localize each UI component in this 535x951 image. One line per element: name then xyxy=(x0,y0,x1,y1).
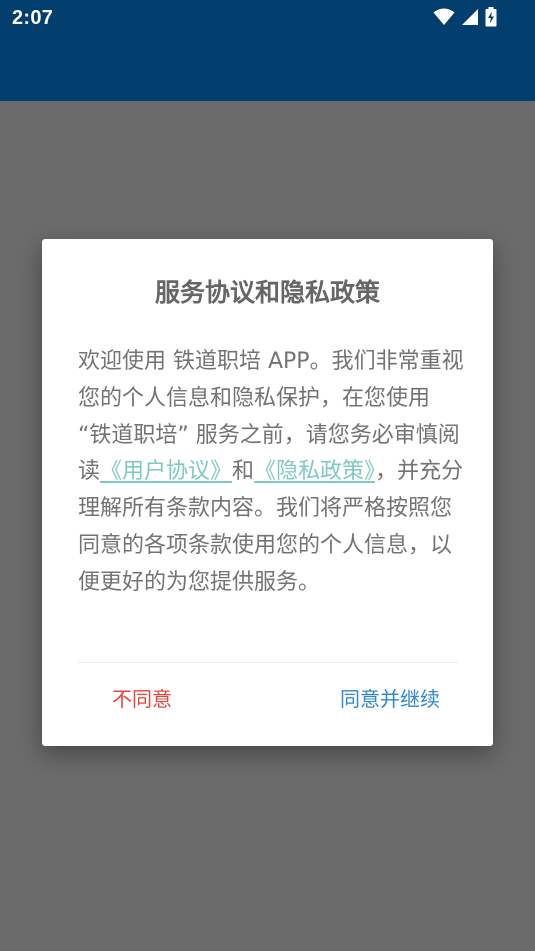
wifi-icon xyxy=(433,8,455,26)
dialog-body-text: 欢迎使用 铁道职培 APP。我们非常重视您的个人信息和隐私保护，在您使用 “铁道… xyxy=(78,344,464,602)
disagree-button[interactable]: 不同意 xyxy=(112,682,172,716)
battery-charging-icon xyxy=(485,7,497,27)
status-icons xyxy=(433,7,497,27)
cellular-signal-icon xyxy=(461,8,479,26)
privacy-policy-link[interactable]: 《隐私政策》 xyxy=(254,459,375,484)
user-agreement-link[interactable]: 《用户协议》 xyxy=(100,459,232,484)
privacy-agreement-dialog: 服务协议和隐私政策 欢迎使用 铁道职培 APP。我们非常重视您的个人信息和隐私保… xyxy=(42,239,493,746)
status-bar: 2:07 xyxy=(0,0,535,101)
body-text-connector: 和 xyxy=(232,459,255,485)
dialog-divider xyxy=(78,662,458,663)
dialog-title: 服务协议和隐私政策 xyxy=(154,278,380,307)
status-time: 2:07 xyxy=(12,7,54,29)
agree-and-continue-button[interactable]: 同意并继续 xyxy=(340,682,440,716)
